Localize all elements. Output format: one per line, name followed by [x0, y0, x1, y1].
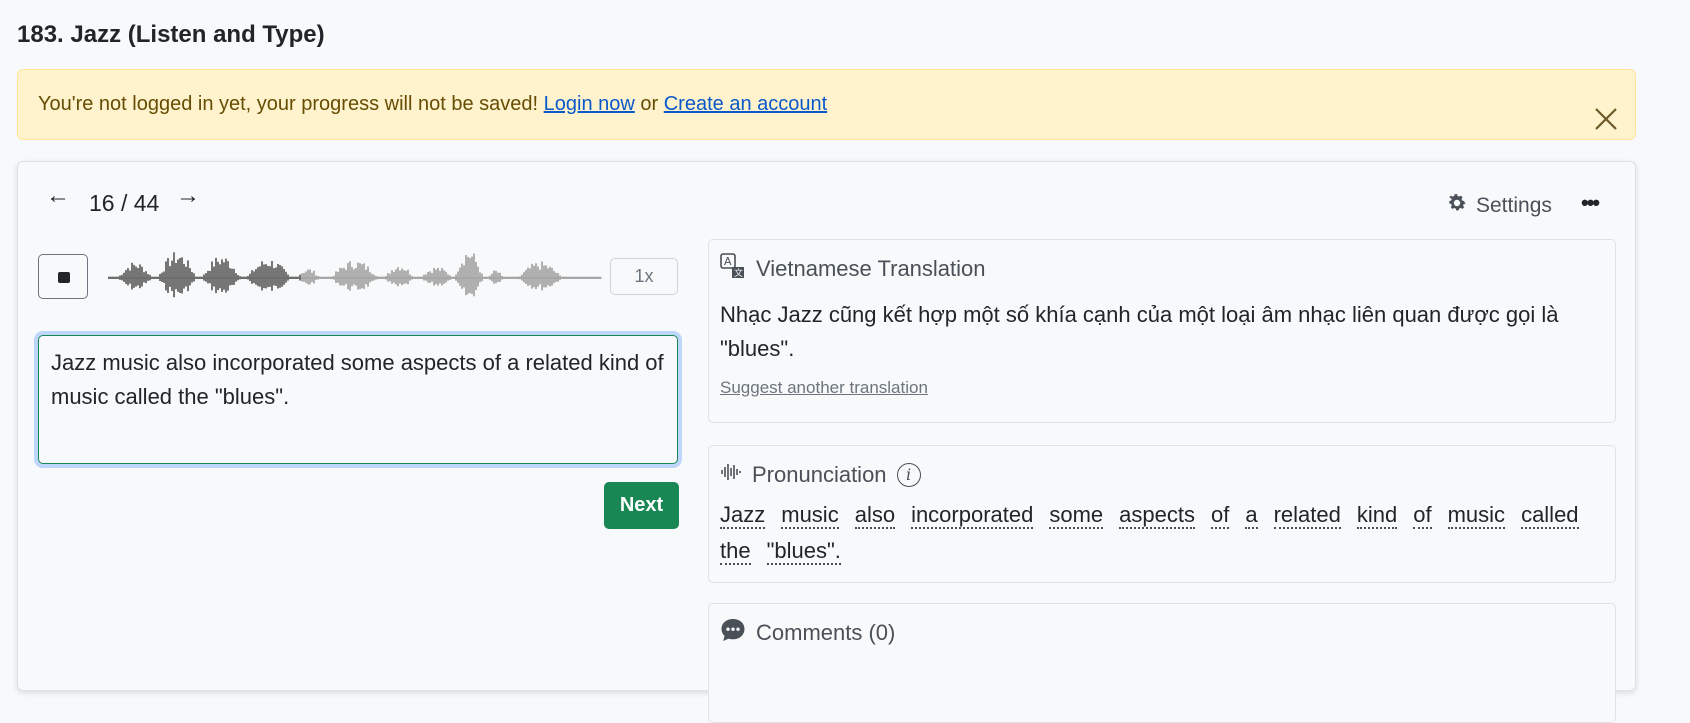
next-button[interactable]: Next: [604, 482, 679, 529]
settings-button[interactable]: Settings: [1446, 192, 1552, 220]
pronunciation-words: Jazz music also incorporated some aspects of a r…: [720, 502, 1604, 574]
arrow-right-icon[interactable]: →: [176, 184, 200, 208]
sound-wave-icon: [720, 461, 742, 489]
login-link[interactable]: Login now: [544, 93, 635, 115]
pronunciation-word[interactable]: the: [720, 538, 751, 565]
create-account-link[interactable]: Create an account: [664, 93, 827, 115]
translate-icon: A 文: [720, 253, 746, 285]
comment-icon: [720, 617, 746, 649]
alert-message: You're not logged in yet, your progress …: [38, 93, 539, 115]
pronunciation-panel: Pronunciation i Jazz music also incorporate…: [708, 445, 1616, 583]
comments-panel: Comments (0): [708, 603, 1616, 723]
login-alert: You're not logged in yet, your progress …: [17, 69, 1636, 140]
stop-button[interactable]: [38, 254, 88, 299]
playback-speed-button[interactable]: 1x: [610, 258, 678, 295]
settings-label: Settings: [1476, 194, 1552, 217]
pronunciation-word[interactable]: aspects: [1119, 502, 1195, 529]
pronunciation-word[interactable]: also: [854, 502, 896, 529]
gear-icon: [1446, 192, 1468, 220]
pronunciation-word[interactable]: some: [1049, 502, 1104, 529]
pronunciation-word[interactable]: kind: [1356, 502, 1398, 529]
suggest-translation-link[interactable]: Suggest another translation: [720, 378, 928, 398]
pronunciation-word[interactable]: related: [1273, 502, 1341, 529]
more-options-button[interactable]: •••: [1581, 190, 1600, 216]
translation-text: Nhạc Jazz cũng kết hợp một số khía cạnh …: [720, 302, 1559, 361]
info-icon[interactable]: i: [896, 463, 921, 487]
sentence-counter: 16 / 44: [89, 190, 160, 216]
translation-panel: A 文 Vietnamese Translation Nhạc Jazz cũn…: [708, 239, 1616, 423]
pronunciation-word[interactable]: music: [1447, 502, 1506, 529]
arrow-left-icon[interactable]: ←: [46, 184, 70, 208]
pronunciation-word[interactable]: Jazz: [720, 502, 766, 529]
stop-icon: [58, 272, 70, 283]
answer-input[interactable]: Jazz music also incorporated some aspect…: [38, 335, 678, 464]
pronunciation-word[interactable]: a: [1245, 502, 1258, 529]
close-icon[interactable]: [1593, 92, 1619, 130]
pronunciation-word[interactable]: of: [1413, 502, 1432, 529]
pronunciation-word[interactable]: "blues".: [766, 538, 841, 565]
alert-separator: or: [640, 93, 659, 115]
pronunciation-word[interactable]: incorporated: [911, 502, 1034, 529]
exercise-card: ← 16 / 44 → Settings ••• 1x Jazz music a…: [17, 161, 1636, 723]
page-title: 183. Jazz (Listen and Type): [17, 21, 325, 48]
pronunciation-word[interactable]: of: [1211, 502, 1230, 529]
svg-text:文: 文: [734, 267, 743, 279]
svg-text:A: A: [724, 255, 732, 268]
pronunciation-header: Pronunciation: [752, 462, 887, 487]
audio-waveform[interactable]: [108, 238, 602, 314]
comments-header: Comments (0): [756, 620, 896, 645]
pronunciation-word[interactable]: called: [1521, 502, 1579, 529]
pronunciation-word[interactable]: music: [781, 502, 839, 529]
translation-header: Vietnamese Translation: [756, 256, 986, 281]
